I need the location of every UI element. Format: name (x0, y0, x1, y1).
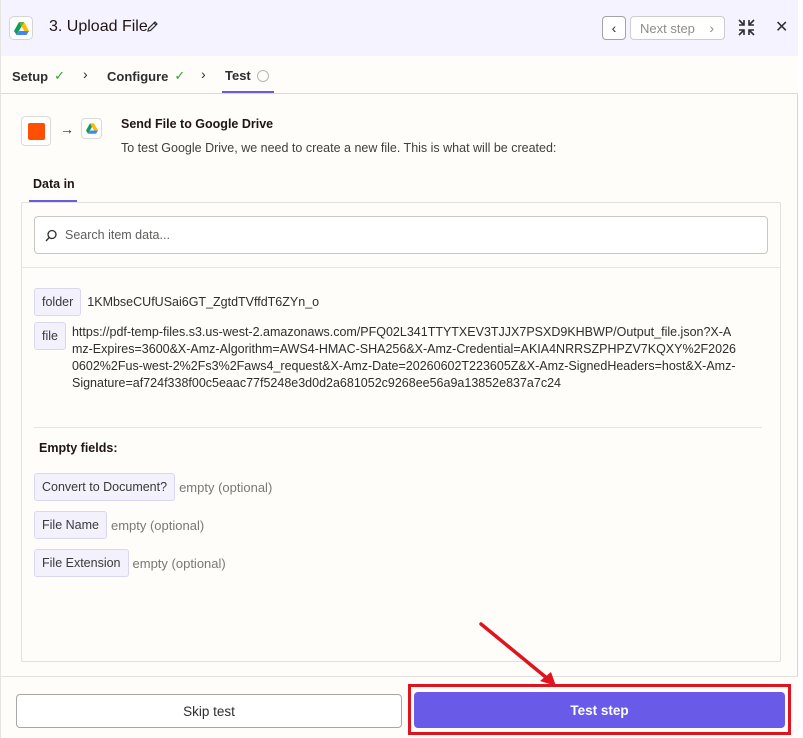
divider (22, 267, 780, 268)
empty-field-row: File Extension empty (optional) (34, 549, 226, 577)
zapier-app-icon (21, 116, 51, 146)
pending-circle-icon (256, 69, 269, 82)
scrollbar[interactable] (798, 0, 803, 738)
tab-test-label: Test (225, 68, 251, 83)
empty-fields-heading: Empty fields: (39, 441, 118, 455)
search-icon (45, 229, 58, 247)
orange-square-icon (27, 122, 45, 140)
next-step-button[interactable]: Next step › (630, 16, 725, 40)
collapse-icon[interactable] (738, 19, 755, 41)
step-header: 3. Upload File ‹ Next step › ✕ (1, 0, 798, 56)
chevron-left-icon: ‹ (611, 20, 617, 36)
google-drive-icon (81, 118, 102, 139)
empty-field-row: File Name empty (optional) (34, 511, 204, 539)
send-subtitle: To test Google Drive, we need to create … (121, 141, 557, 155)
next-step-label: Next step (640, 20, 695, 36)
google-drive-icon (9, 16, 33, 40)
field-value: 1KMbseCUfUSai6GT_ZgtdTVffdT6ZYn_o (87, 295, 320, 309)
field-row: file https://pdf-temp-files.s3.us-west-2… (34, 322, 740, 392)
chevron-right-icon: › (83, 66, 88, 82)
tab-configure-label: Configure (107, 68, 169, 84)
field-value: empty (optional) (179, 479, 273, 495)
step-editor-panel: 3. Upload File ‹ Next step › ✕ Setup ✓ › (0, 0, 798, 738)
field-key: File Extension (34, 549, 129, 577)
chevron-right-icon: › (709, 20, 714, 36)
step-tabs: Setup ✓ › Configure ✓ › Test (1, 56, 798, 94)
field-value: empty (optional) (110, 517, 205, 533)
empty-field-row: Convert to Document? empty (optional) (34, 473, 272, 501)
active-tab-indicator (222, 91, 274, 93)
send-title: Send File to Google Drive (121, 117, 274, 131)
search-input[interactable]: Search item data... (34, 216, 768, 254)
tab-setup-label: Setup (12, 68, 49, 84)
field-key: File Name (34, 511, 107, 539)
test-step-button[interactable]: Test step (414, 692, 785, 728)
divider (34, 427, 762, 428)
field-key: folder (34, 288, 82, 316)
chevron-right-icon: › (201, 66, 206, 82)
tab-setup[interactable]: Setup ✓ (12, 68, 65, 84)
field-key: file (34, 322, 66, 350)
close-icon[interactable]: ✕ (775, 17, 788, 37)
field-row: folder 1KMbseCUfUSai6GT_ZgtdTVffdT6ZYn_o (34, 288, 319, 316)
field-key: Convert to Document? (34, 473, 176, 501)
field-value: https://pdf-temp-files.s3.us-west-2.amaz… (71, 325, 736, 390)
check-icon: ✓ (54, 68, 66, 83)
tab-data-in[interactable]: Data in (33, 177, 75, 191)
arrow-right-icon: → (60, 121, 74, 137)
tab-configure[interactable]: Configure ✓ (107, 68, 185, 84)
check-icon: ✓ (174, 68, 186, 83)
previous-step-button[interactable]: ‹ (602, 16, 626, 40)
field-value: empty (optional) (132, 555, 226, 571)
data-in-panel: Search item data... folder 1KMbseCUfUSai… (21, 202, 781, 662)
tab-test[interactable]: Test (225, 68, 269, 83)
pencil-icon[interactable] (146, 20, 159, 38)
step-title: 3. Upload File (49, 18, 148, 35)
skip-test-button[interactable]: Skip test (16, 694, 402, 728)
